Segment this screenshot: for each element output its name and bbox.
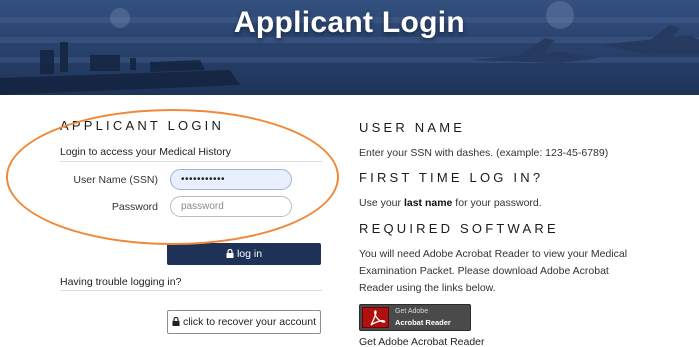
first-time-bold: last name — [403, 197, 453, 209]
login-subheading: Login to access your Medical History — [60, 146, 231, 158]
page-title: Applicant Login — [233, 6, 466, 39]
get-acrobat-badge[interactable]: Get Adobe Acrobat Reader — [359, 304, 471, 331]
software-line: You will need Adobe Acrobat Reader to vi… — [359, 248, 628, 260]
software-line: Examination Packet. Please download Adob… — [359, 265, 609, 277]
lock-icon — [226, 249, 234, 258]
acrobat-badge-line1: Get Adobe — [395, 308, 429, 315]
divider — [60, 290, 322, 291]
first-time-prefix: Use your — [359, 197, 404, 209]
get-acrobat-link[interactable]: Get Adobe Acrobat Reader — [359, 336, 485, 347]
first-time-text: Use your last name for your password. — [359, 195, 542, 212]
password-input[interactable]: password — [170, 196, 292, 217]
login-button[interactable]: log in — [167, 243, 321, 265]
login-button-label: log in — [236, 248, 263, 260]
password-label: Password — [111, 201, 158, 213]
first-time-heading: FIRST TIME LOG IN? — [359, 170, 544, 185]
username-label: User Name (SSN) — [73, 174, 158, 186]
first-time-suffix: for your password. — [452, 197, 542, 209]
trouble-text: Having trouble logging in? — [60, 276, 182, 288]
user-name-heading: USER NAME — [359, 120, 466, 135]
login-section-heading: APPLICANT LOGIN — [60, 118, 225, 133]
lock-icon — [172, 317, 180, 326]
recover-account-button[interactable]: click to recover your account — [167, 310, 321, 334]
acrobat-icon — [362, 307, 389, 328]
recover-button-label: click to recover your account — [182, 316, 317, 328]
software-line: Reader using the links below. — [359, 282, 496, 294]
acrobat-badge-line2: Acrobat Reader — [395, 318, 451, 327]
header-banner: Applicant Login — [0, 0, 699, 95]
user-name-text: Enter your SSN with dashes. (example: 12… — [359, 147, 609, 159]
username-input[interactable]: ••••••••••• — [170, 169, 292, 190]
software-text: You will need Adobe Acrobat Reader to vi… — [359, 246, 627, 297]
acrobat-logo-glyph — [370, 310, 386, 326]
software-heading: REQUIRED SOFTWARE — [359, 221, 559, 236]
divider — [60, 161, 322, 162]
